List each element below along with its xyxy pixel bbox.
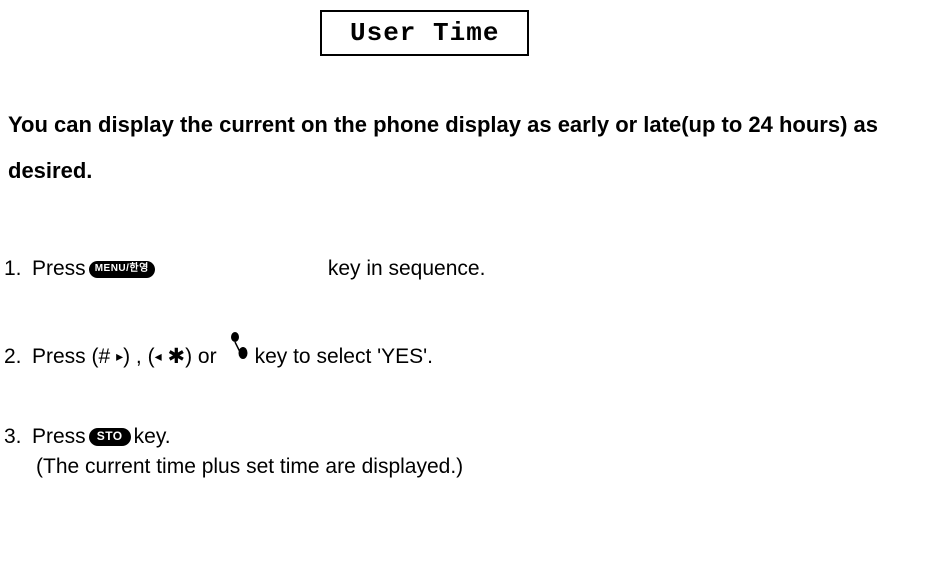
- step-2-group1-open: (#: [92, 338, 111, 376]
- step-2: 2. Press (# ▸ ) , ( ◂ ✱ ) or key to sele…: [4, 336, 937, 377]
- step-1-body: Press MENU/한영 key in sequence.: [32, 250, 937, 288]
- step-3-detail: (The current time plus set time are disp…: [36, 455, 937, 479]
- title-box: User Time: [320, 10, 529, 56]
- step-2-body: Press (# ▸ ) , ( ◂ ✱ ) or key to select …: [32, 336, 937, 377]
- sto-button-icon: STO: [89, 428, 131, 445]
- page-title: User Time: [350, 18, 499, 48]
- step-3: 3. Press STO key. (The current time plus…: [4, 425, 937, 479]
- step-2-number: 2.: [4, 338, 32, 376]
- step-3-after: key.: [134, 425, 171, 449]
- step-3-press: Press: [32, 425, 86, 449]
- right-arrow-icon: ▸: [116, 344, 123, 369]
- left-arrow-icon: ◂: [155, 344, 162, 369]
- step-1-press: Press: [32, 250, 86, 288]
- intro-text: You can display the current on the phone…: [8, 102, 937, 194]
- step-3-body: Press STO key.: [32, 425, 937, 449]
- steps-list: 1. Press MENU/한영 key in sequence. 2. Pre…: [4, 250, 937, 479]
- menu-button-icon: MENU/한영: [89, 261, 155, 278]
- step-2-group1-close: ) , (: [123, 338, 155, 376]
- step-3-number: 3.: [4, 425, 32, 449]
- step-2-group2-close: ) or: [185, 338, 217, 376]
- step-1-number: 1.: [4, 250, 32, 288]
- step-2-press: Press: [32, 338, 86, 376]
- step-1-after: key in sequence.: [328, 250, 486, 288]
- step-2-after: key to select 'YES'.: [255, 338, 433, 376]
- step-1: 1. Press MENU/한영 key in sequence.: [4, 250, 937, 288]
- antenna-icon: [229, 332, 251, 373]
- star-icon: ✱: [167, 338, 185, 376]
